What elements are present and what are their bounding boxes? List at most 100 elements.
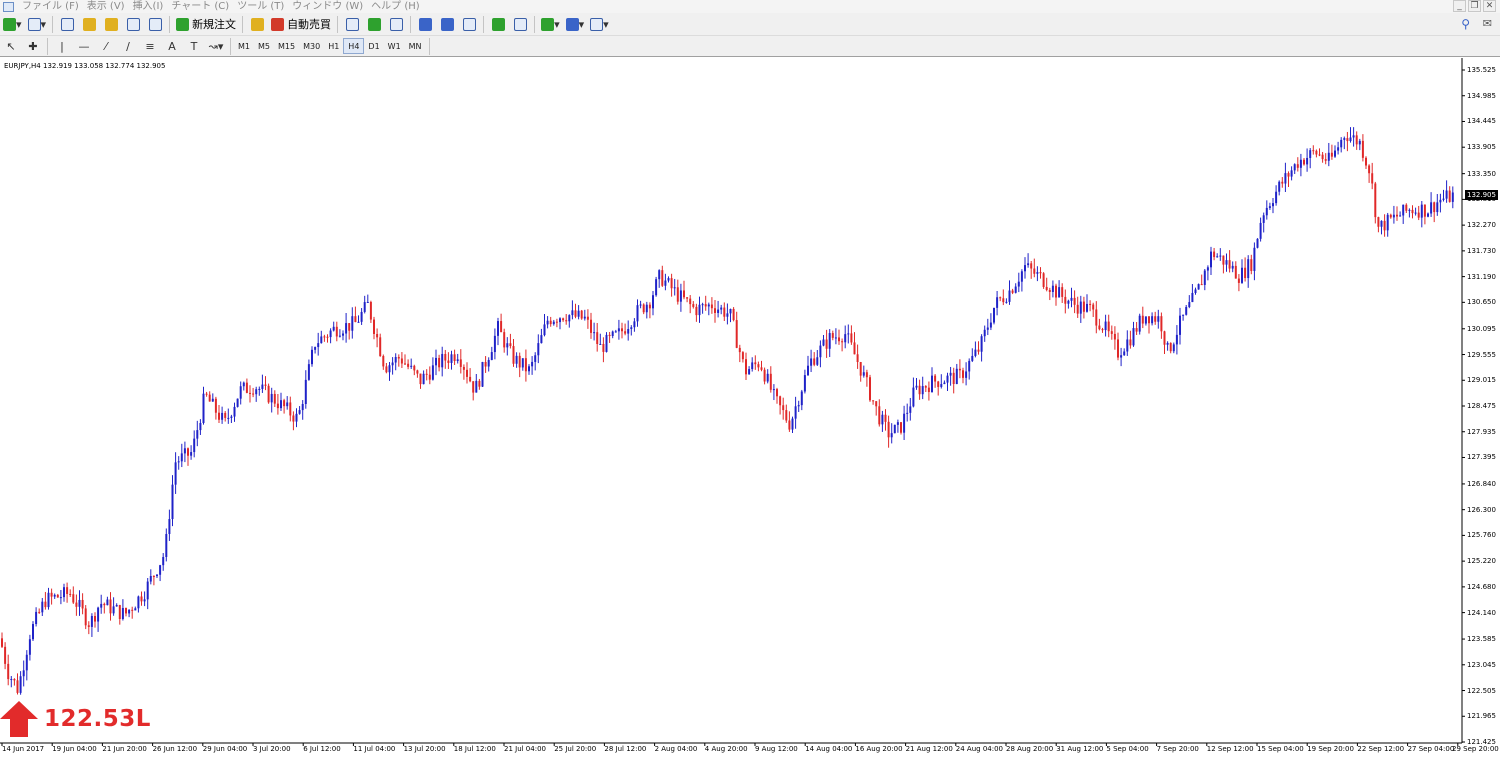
price-tick-label: 134.445 [1467,117,1496,126]
menu-file[interactable]: ファイル (F) [22,0,79,13]
bull-candle [534,355,537,362]
menu-insert[interactable]: 挿入(I) [133,0,164,13]
bear-candle [732,308,735,321]
bear-candle [586,316,589,320]
bear-candle [760,367,763,370]
bull-candle [100,603,103,608]
bear-candle [918,385,921,395]
bull-candle [90,616,93,627]
data-window-button[interactable] [79,15,99,33]
line-chart-button[interactable] [386,15,406,33]
indicators-button[interactable]: ▾ [539,15,562,33]
zoom-in-button[interactable] [415,15,435,33]
restore-button[interactable]: ❐ [1468,0,1481,12]
bull-candle [193,438,196,453]
bear-candle [1033,268,1036,274]
price-tick-label: 131.730 [1467,246,1496,255]
chart-window[interactable]: EURJPY,H4 132.919 133.058 132.774 132.90… [0,58,1500,757]
terminal-icon [126,17,140,31]
price-chart[interactable] [0,58,1500,757]
timeframe-mn[interactable]: MN [405,38,426,54]
text-label-button[interactable]: T [184,37,204,55]
market-watch-button[interactable] [57,15,77,33]
minimize-button[interactable]: _ [1453,0,1466,12]
bull-candle [717,309,720,313]
bear-candle [757,364,760,368]
templates-button[interactable]: ▾ [588,15,611,33]
menu-view[interactable]: 表示 (V) [87,0,125,13]
zoom-out-button[interactable] [437,15,457,33]
bear-candle [1222,255,1225,265]
chart-shift-button[interactable] [510,15,530,33]
timeframe-m15[interactable]: M15 [274,38,299,54]
bear-candle [1228,260,1231,269]
time-tick-label: 24 Aug 04:00 [955,745,1003,753]
time-tick-label: 21 Jul 04:00 [504,745,546,753]
menu-window[interactable]: ウィンドウ (W) [292,0,363,13]
cursor-button[interactable]: ↖ [1,37,21,55]
timeframe-d1[interactable]: D1 [364,38,383,54]
navigator-button[interactable] [101,15,121,33]
tile-windows-button[interactable] [459,15,479,33]
crosshair-button[interactable]: ✚ [23,37,43,55]
candlestick-button[interactable] [364,15,384,33]
bear-candle [249,392,251,394]
bear-candle [856,354,859,363]
profiles-button[interactable]: ▾ [26,15,49,33]
timeframe-h4[interactable]: H4 [343,38,365,54]
fibonacci-button[interactable]: ≡ [140,37,160,55]
periods-button[interactable]: ▾ [564,15,587,33]
bull-candle [1430,202,1433,214]
close-button[interactable]: ✕ [1483,0,1496,12]
bull-candle [490,352,493,360]
menu-tools[interactable]: ツール (T) [237,0,284,13]
trendline-button[interactable]: ⁄ [96,37,116,55]
bull-candle [1439,199,1442,203]
bear-candle [428,374,431,380]
horizontal-line-button[interactable]: — [74,37,94,55]
bear-candle [1417,212,1420,218]
bull-candle [1005,301,1008,303]
bar-chart-button[interactable] [342,15,362,33]
bull-candle [893,424,896,434]
search-icon[interactable]: ⚲ [1461,17,1470,31]
channel-button[interactable]: ∕ [118,37,138,55]
menu-chart[interactable]: チャート (C) [171,0,229,13]
vertical-line-button[interactable]: | [52,37,72,55]
chat-icon[interactable]: ✉ [1483,17,1492,30]
timeframe-w1[interactable]: W1 [384,38,405,54]
bull-candle [1172,344,1175,352]
bull-candle [1241,267,1243,283]
bear-candle [1296,164,1299,168]
menu-help[interactable]: ヘルプ (H) [371,0,420,13]
timeframe-m30[interactable]: M30 [299,38,324,54]
terminal-button[interactable] [123,15,143,33]
new-order-button[interactable]: 新規注文 [174,15,238,33]
bull-candle [679,290,682,302]
bull-candle [571,310,574,316]
bear-candle [574,310,577,317]
shapes-button[interactable]: ↝▾ [206,37,226,55]
bull-candle [202,393,205,423]
bull-candle [1132,328,1135,346]
metaeditor-button[interactable] [247,15,267,33]
strategy-tester-button[interactable] [145,15,165,33]
text-button[interactable]: A [162,37,182,55]
bear-candle [1200,284,1203,286]
price-tick-label: 121.965 [1467,712,1496,721]
bear-candle [776,389,778,397]
bear-candle [453,354,456,361]
bull-candle [881,414,884,425]
bull-candle [543,324,546,336]
bull-candle [986,327,989,330]
new-chart-button[interactable]: ▾ [1,15,24,33]
timeframe-m1[interactable]: M1 [234,38,254,54]
timeframe-m5[interactable]: M5 [254,38,274,54]
timeframe-h1[interactable]: H1 [324,38,343,54]
autoscroll-button[interactable] [488,15,508,33]
bull-candle [298,410,301,414]
bull-candle [1392,214,1395,218]
bear-candle [841,341,844,343]
bull-candle [1272,203,1274,207]
auto-trading-button[interactable]: 自動売買 [269,15,333,33]
